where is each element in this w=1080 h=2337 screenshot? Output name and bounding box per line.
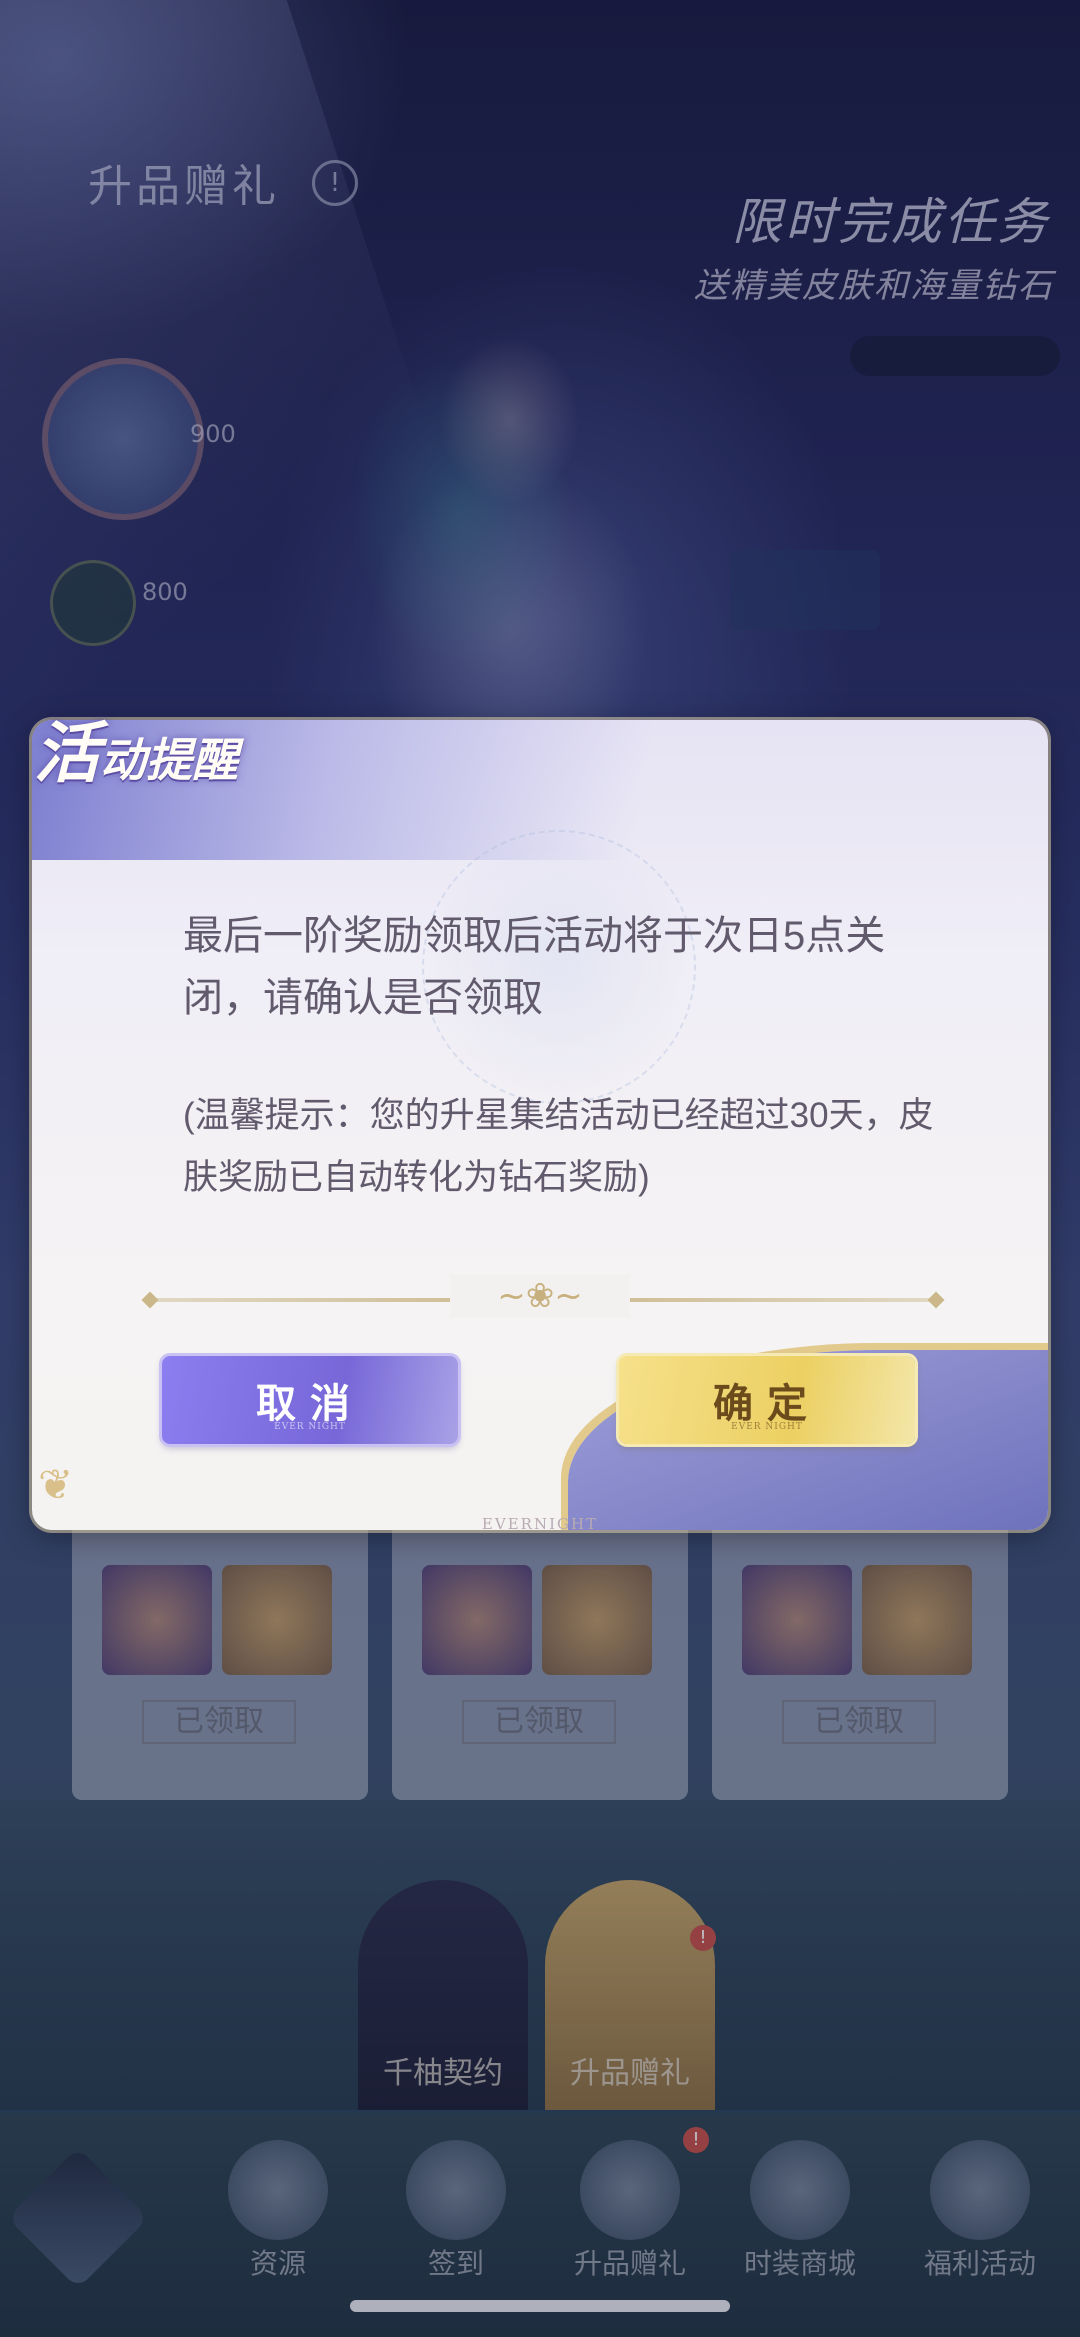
- corner-ornament-icon: ❦: [38, 1460, 74, 1509]
- home-indicator[interactable]: [350, 2300, 730, 2312]
- button-subtext: EVER NIGHT: [731, 1422, 803, 1432]
- confirm-button[interactable]: 确定 EVER NIGHT: [619, 1356, 915, 1444]
- cancel-button[interactable]: 取消 EVER NIGHT: [162, 1356, 458, 1444]
- button-subtext: EVER NIGHT: [274, 1422, 346, 1432]
- cancel-button-label: 取消: [256, 1380, 364, 1427]
- confirm-button-label: 确定: [713, 1380, 821, 1427]
- dialog-title-first: 活: [34, 714, 100, 792]
- dialog-title: 活动提醒: [34, 700, 238, 796]
- dialog-tip: (温馨提示：您的升星集结活动已经超过30天，皮肤奖励已自动转化为钻石奖励): [183, 1096, 934, 1197]
- divider-ornament-icon: ~❀~: [450, 1274, 630, 1318]
- dialog-message: 最后一阶奖励领取后活动将于次日5点关闭，请确认是否领取: [183, 914, 886, 1020]
- brand-watermark: EVERNIGHT: [481, 1515, 599, 1533]
- dialog-title-rest: 动提醒: [100, 733, 238, 787]
